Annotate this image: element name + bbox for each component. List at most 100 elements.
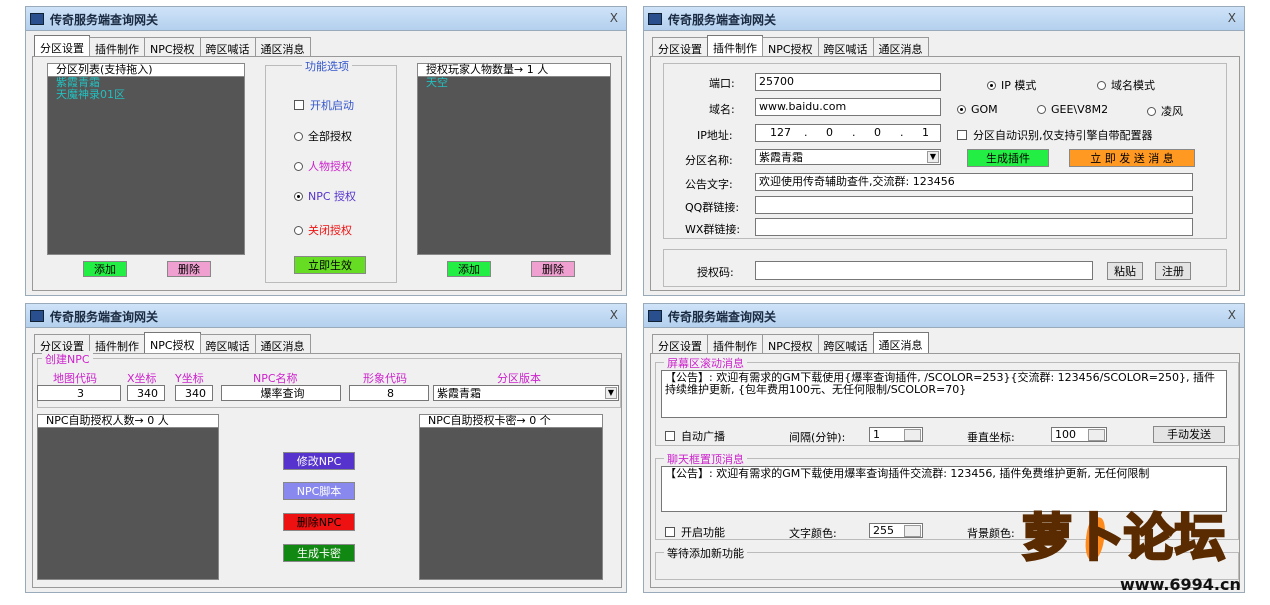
close-icon[interactable]: X — [1228, 11, 1236, 25]
paste-button[interactable]: 粘贴 — [1107, 262, 1143, 280]
options-group-title: 功能选项 — [302, 58, 352, 74]
delete-npc-button[interactable]: 删除NPC — [283, 513, 355, 531]
add-player-button[interactable]: 添加 — [447, 261, 491, 277]
register-button[interactable]: 注册 — [1155, 262, 1191, 280]
manual-send-button[interactable]: 手动发送 — [1153, 426, 1225, 443]
auto-detect-checkbox[interactable]: 分区自动识别,仅支持引擎自带配置器 — [957, 127, 1153, 143]
tab-cross-shout[interactable]: 跨区喊话 — [817, 37, 874, 57]
tab-zone-message[interactable]: 通区消息 — [254, 334, 311, 354]
tab-plugin-make[interactable]: 插件制作 — [707, 35, 763, 57]
text-color-label: 文字颜色: — [789, 527, 837, 540]
checkbox-box — [665, 431, 675, 441]
wx-link-label: WX群链接: — [685, 223, 741, 236]
chevron-down-icon[interactable]: ▼ — [605, 387, 617, 399]
domain-input[interactable]: www.baidu.com — [755, 98, 941, 116]
tab-plugin-make[interactable]: 插件制作 — [89, 334, 145, 354]
interval-spinner[interactable]: 1 — [869, 427, 923, 442]
ip-dot: . — [900, 126, 904, 139]
tab-cross-shout[interactable]: 跨区喊话 — [199, 37, 256, 57]
port-input[interactable]: 25700 — [755, 73, 941, 91]
tab-npc-auth[interactable]: NPC授权 — [762, 37, 819, 57]
delete-zone-button[interactable]: 删除 — [167, 261, 211, 277]
list-item[interactable]: 天空 — [418, 77, 610, 89]
auth-code-input[interactable] — [755, 261, 1093, 280]
ip-octet-2: 0 — [826, 126, 833, 139]
generate-card-button[interactable]: 生成卡密 — [283, 544, 355, 562]
tab-npc-auth[interactable]: NPC授权 — [762, 334, 819, 354]
radio-npc-auth[interactable]: NPC 授权 — [294, 188, 356, 204]
modify-npc-button[interactable]: 修改NPC — [283, 452, 355, 470]
radio-lingfeng[interactable]: 凌风 — [1147, 103, 1183, 119]
generate-plugin-button[interactable]: 生成插件 — [967, 149, 1049, 167]
auth-player-list[interactable]: 授权玩家人物数量→ 1 人 天空 — [417, 63, 611, 255]
scroll-message-textarea[interactable]: 【公告】: 欢迎有需求的GM下载使用{爆率查询插件, /SCOLOR=253}{… — [661, 370, 1227, 418]
tab-zone-message[interactable]: 通区消息 — [872, 332, 929, 354]
vertical-coord-label: 垂直坐标: — [967, 431, 1015, 444]
logo-site-text: www.6994.cn — [1120, 575, 1241, 594]
port-label: 端口: — [709, 77, 735, 90]
x-coord-input[interactable]: 340 — [127, 385, 165, 401]
zone-name-value: 紫霞青霜 — [759, 151, 803, 164]
tab-zone-settings[interactable]: 分区设置 — [652, 37, 708, 57]
chevron-down-icon[interactable]: ▼ — [927, 151, 939, 163]
close-icon[interactable]: X — [610, 11, 618, 25]
tab-zone-message[interactable]: 通区消息 — [254, 37, 311, 57]
spinner-arrows-icon[interactable] — [904, 525, 921, 537]
add-zone-button[interactable]: 添加 — [83, 261, 127, 277]
close-icon[interactable]: X — [1228, 308, 1236, 322]
radio-ip-mode[interactable]: IP 模式 — [987, 77, 1036, 93]
send-now-button[interactable]: 立 即 发 送 消 息 — [1069, 149, 1195, 167]
zone-name-select[interactable]: 紫霞青霜 ▼ — [755, 149, 941, 165]
close-icon[interactable]: X — [610, 308, 618, 322]
npc-name-input[interactable]: 爆率查询 — [221, 385, 341, 401]
tab-npc-auth[interactable]: NPC授权 — [144, 37, 201, 57]
ip-address-input[interactable]: 127 . 0 . 0 . 1 — [755, 124, 941, 142]
text-color-spinner[interactable]: 255 — [869, 523, 923, 538]
apply-now-button[interactable]: 立即生效 — [294, 256, 366, 274]
look-code-input[interactable]: 8 — [349, 385, 429, 401]
radio-dot — [294, 131, 303, 141]
spinner-arrows-icon[interactable] — [904, 429, 921, 441]
zone-list[interactable]: 分区列表(支持拖入) 紫霞青霜 天魔神录01区 — [47, 63, 245, 255]
tab-plugin-make[interactable]: 插件制作 — [89, 37, 145, 57]
title-bar: 传奇服务端查询网关 X — [26, 304, 626, 328]
app-icon — [648, 310, 662, 322]
list-item[interactable]: 天魔神录01区 — [48, 89, 244, 101]
radio-gom[interactable]: GOM — [957, 103, 998, 116]
tab-cross-shout[interactable]: 跨区喊话 — [817, 334, 874, 354]
zone-name-label: 分区名称: — [685, 154, 733, 167]
radio-all-auth[interactable]: 全部授权 — [294, 128, 352, 144]
auto-broadcast-checkbox[interactable]: 自动广播 — [665, 428, 725, 444]
autostart-checkbox[interactable]: 开机启动 — [294, 97, 354, 113]
enable-function-checkbox[interactable]: 开启功能 — [665, 524, 725, 540]
radio-close-auth[interactable]: 关闭授权 — [294, 222, 352, 238]
col-npc-name: NPC名称 — [253, 372, 298, 385]
title-bar: 传奇服务端查询网关 X — [26, 7, 626, 31]
radio-player-auth[interactable]: 人物授权 — [294, 158, 352, 174]
logo-brand-text: 萝卜论坛 — [1021, 508, 1227, 569]
interval-label: 间隔(分钟): — [789, 431, 846, 444]
radio-domain-mode[interactable]: 域名模式 — [1097, 77, 1155, 93]
wx-link-input[interactable] — [755, 218, 1193, 236]
qq-link-input[interactable] — [755, 196, 1193, 214]
delete-player-button[interactable]: 删除 — [531, 261, 575, 277]
y-coord-input[interactable]: 340 — [175, 385, 213, 401]
radio-gee[interactable]: GEE\V8M2 — [1037, 103, 1108, 116]
radio-label: GOM — [971, 103, 998, 116]
tab-zone-settings[interactable]: 分区设置 — [652, 334, 708, 354]
tab-plugin-make[interactable]: 插件制作 — [707, 334, 763, 354]
tab-cross-shout[interactable]: 跨区喊话 — [199, 334, 256, 354]
vertical-coord-spinner[interactable]: 100 — [1051, 427, 1107, 442]
col-y: Y坐标 — [175, 372, 204, 385]
npc-script-button[interactable]: NPC脚本 — [283, 482, 355, 500]
spinner-arrows-icon[interactable] — [1088, 429, 1105, 441]
ip-octet-3: 0 — [874, 126, 881, 139]
tab-zone-settings[interactable]: 分区设置 — [34, 35, 90, 57]
npc-auth-count-list[interactable]: NPC自助授权人数→ 0 人 — [37, 414, 219, 580]
tab-zone-message[interactable]: 通区消息 — [872, 37, 929, 57]
notice-input[interactable]: 欢迎使用传奇辅助查件,交流群: 123456 — [755, 173, 1193, 191]
map-code-input[interactable]: 3 — [37, 385, 121, 401]
npc-auth-card-list[interactable]: NPC自助授权卡密→ 0 个 — [419, 414, 603, 580]
tab-npc-auth[interactable]: NPC授权 — [144, 332, 201, 354]
zone-version-select[interactable]: 紫霞青霜 ▼ — [433, 385, 619, 401]
